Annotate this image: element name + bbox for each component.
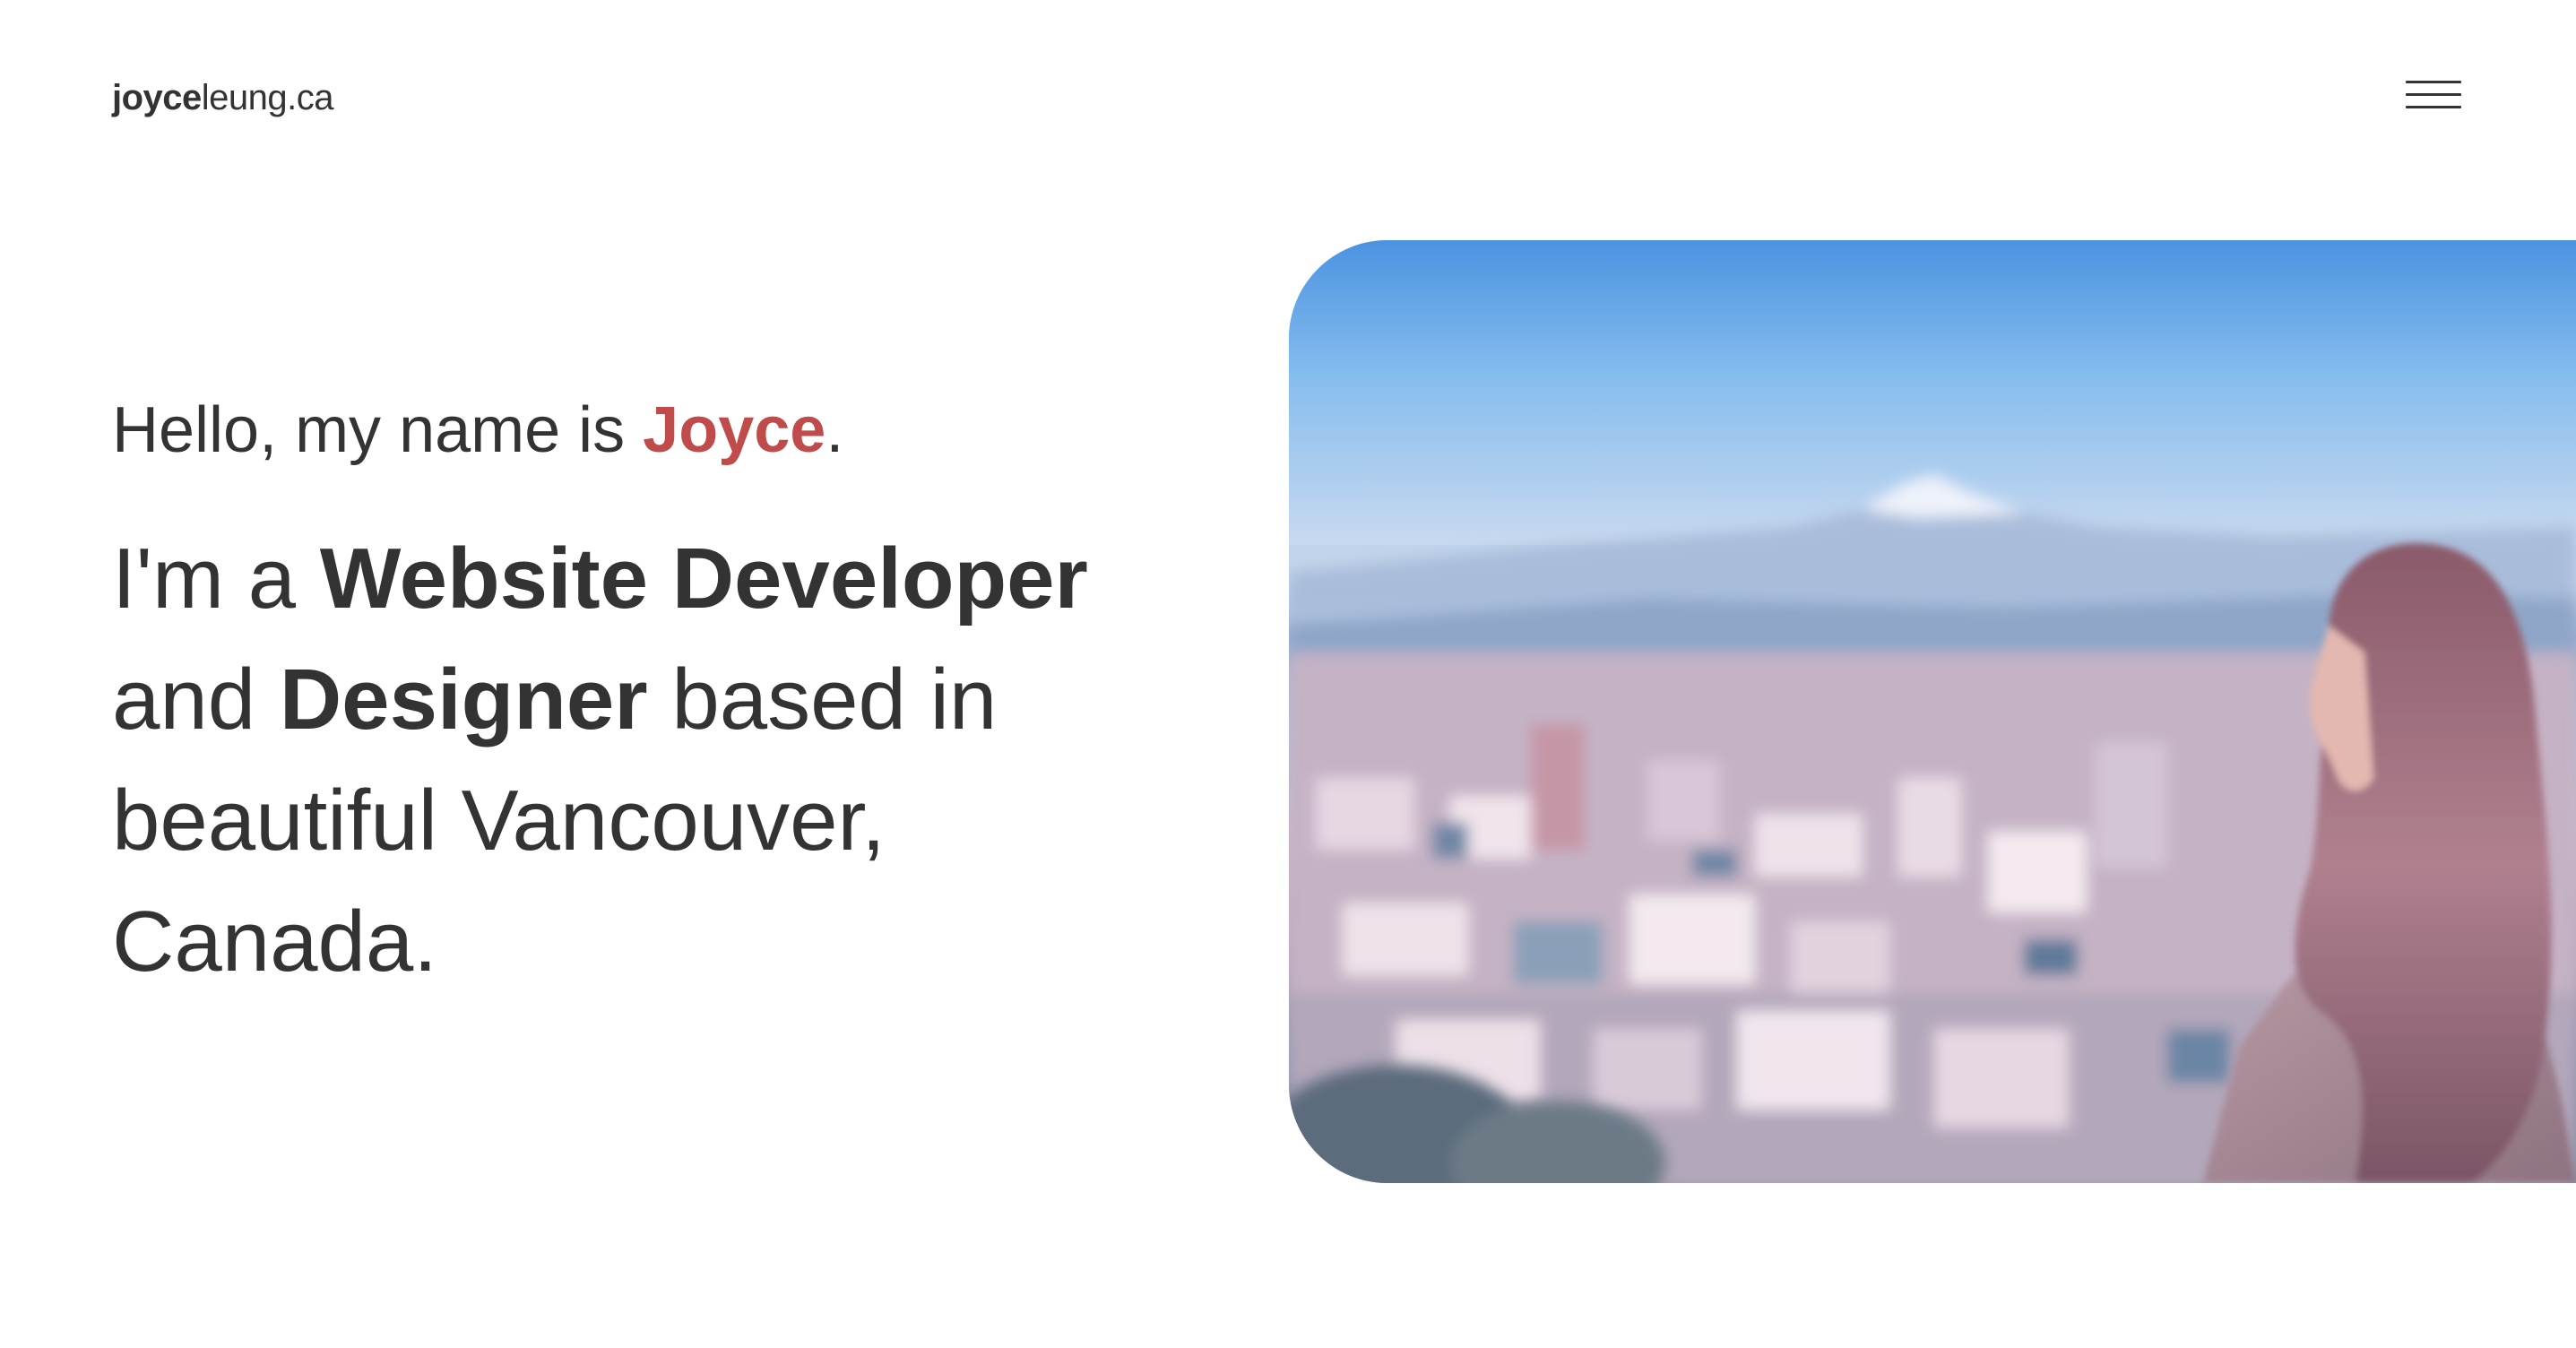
greeting-name: Joyce [643,394,826,466]
greeting-suffix: . [826,394,844,466]
hero-tagline: I'm a Website Developer and Designer bas… [112,518,1170,1002]
menu-bar-middle [2406,93,2461,96]
menu-bar-bottom [2406,106,2461,108]
tagline-role-designer: Designer [279,652,648,747]
page: joyceleung.ca Hello, my name is Joyce. I… [0,0,2576,1348]
site-logo[interactable]: joyceleung.ca [112,75,334,120]
menu-bar-top [2406,81,2461,83]
tagline-role-developer: Website Developer [319,531,1088,626]
hero-intro: Hello, my name is Joyce. I'm a Website D… [112,385,1232,1002]
hero-greeting: Hello, my name is Joyce. [112,385,1232,475]
hamburger-menu-icon[interactable] [2402,73,2465,118]
hero-photo-illustration [1289,240,2576,1183]
hero-photo [1289,240,2576,1183]
tagline-part-1: I'm a [112,531,320,626]
tagline-part-2: and [112,652,280,747]
greeting-prefix: Hello, my name is [112,394,644,466]
logo-light-text: leung.ca [201,78,334,117]
logo-bold-text: joyce [112,78,202,117]
